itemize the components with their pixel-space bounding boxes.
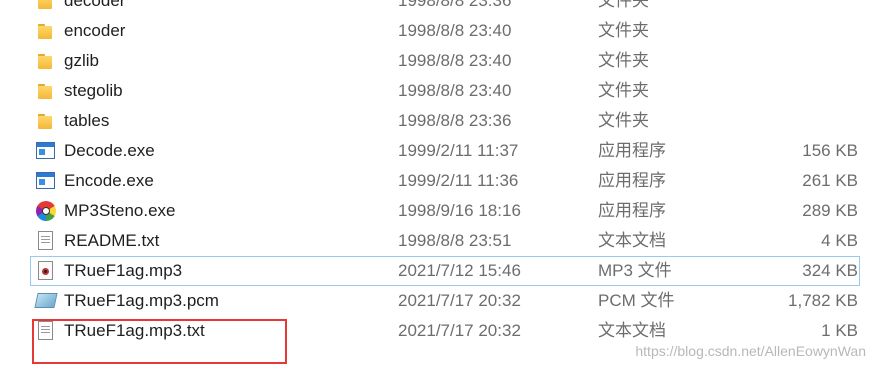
file-name: MP3Steno.exe xyxy=(64,201,176,220)
file-type: MP3 文件 xyxy=(598,261,672,280)
file-type: 文件夹 xyxy=(598,111,649,130)
folder-icon xyxy=(38,114,52,129)
file-date: 2021/7/17 20:32 xyxy=(398,321,521,340)
file-name: gzlib xyxy=(64,51,99,70)
audio-file-icon xyxy=(38,261,53,280)
file-row-encode-exe[interactable]: Encode.exe 1999/2/11 11:36 应用程序 261 KB xyxy=(0,166,874,196)
file-date: 1998/9/16 18:16 xyxy=(398,201,521,220)
file-name: Encode.exe xyxy=(64,171,154,190)
file-type: PCM 文件 xyxy=(598,291,675,310)
file-row-truef1ag-mp3[interactable]: TRueF1ag.mp3 2021/7/12 15:46 MP3 文件 324 … xyxy=(30,256,860,286)
file-row-decode-exe[interactable]: Decode.exe 1999/2/11 11:37 应用程序 156 KB xyxy=(0,136,874,166)
file-type: 应用程序 xyxy=(598,171,666,190)
file-list: decoder 1998/8/8 23:36 文件夹 encoder 1998/… xyxy=(0,0,874,346)
application-icon xyxy=(36,172,55,189)
mp3steno-app-icon xyxy=(36,201,56,221)
file-type: 文件夹 xyxy=(598,0,649,10)
text-document-icon xyxy=(38,231,53,250)
watermark-text: https://blog.csdn.net/AllenEowynWan xyxy=(635,343,866,359)
file-size: 4 KB xyxy=(821,231,858,250)
file-date: 1999/2/11 11:37 xyxy=(398,141,519,160)
file-type: 应用程序 xyxy=(598,201,666,220)
file-date: 1999/2/11 11:36 xyxy=(398,171,519,190)
file-name: tables xyxy=(64,111,110,130)
file-row-truef1ag-pcm[interactable]: TRueF1ag.mp3.pcm 2021/7/17 20:32 PCM 文件 … xyxy=(0,286,874,316)
file-type: 文件夹 xyxy=(598,21,649,40)
folder-icon xyxy=(38,24,52,39)
file-type: 文件夹 xyxy=(598,51,649,70)
folder-icon xyxy=(38,84,52,99)
file-type: 应用程序 xyxy=(598,141,666,160)
file-name: TRueF1ag.mp3.pcm xyxy=(64,291,219,310)
file-name: Decode.exe xyxy=(64,141,155,160)
file-row-mp3steno-exe[interactable]: MP3Steno.exe 1998/9/16 18:16 应用程序 289 KB xyxy=(0,196,874,226)
application-icon xyxy=(36,142,55,159)
file-name: TRueF1ag.mp3 xyxy=(64,261,183,280)
pcm-file-icon xyxy=(34,293,58,308)
file-type: 文本文档 xyxy=(598,321,666,340)
file-size: 1,782 KB xyxy=(788,291,858,310)
file-name: decoder xyxy=(64,0,126,10)
file-name: stegolib xyxy=(64,81,123,100)
file-type: 文件夹 xyxy=(598,81,649,100)
file-row-decoder[interactable]: decoder 1998/8/8 23:36 文件夹 xyxy=(0,0,874,16)
file-date: 1998/8/8 23:51 xyxy=(398,231,512,250)
file-size: 324 KB xyxy=(802,261,858,280)
red-highlight-box xyxy=(32,319,287,364)
file-row-encoder[interactable]: encoder 1998/8/8 23:40 文件夹 xyxy=(0,16,874,46)
file-row-readme-txt[interactable]: README.txt 1998/8/8 23:51 文本文档 4 KB xyxy=(0,226,874,256)
file-date: 1998/8/8 23:36 xyxy=(398,0,512,10)
file-name: encoder xyxy=(64,21,126,40)
file-date: 1998/8/8 23:40 xyxy=(398,21,512,40)
file-date: 2021/7/12 15:46 xyxy=(398,261,521,280)
folder-icon xyxy=(38,54,52,69)
file-date: 1998/8/8 23:36 xyxy=(398,111,512,130)
file-size: 156 KB xyxy=(802,141,858,160)
file-size: 289 KB xyxy=(802,201,858,220)
file-date: 1998/8/8 23:40 xyxy=(398,51,512,70)
file-size: 261 KB xyxy=(802,171,858,190)
file-date: 2021/7/17 20:32 xyxy=(398,291,521,310)
file-date: 1998/8/8 23:40 xyxy=(398,81,512,100)
file-row-gzlib[interactable]: gzlib 1998/8/8 23:40 文件夹 xyxy=(0,46,874,76)
folder-icon xyxy=(38,0,52,9)
file-size: 1 KB xyxy=(821,321,858,340)
file-name: README.txt xyxy=(64,231,160,250)
file-row-stegolib[interactable]: stegolib 1998/8/8 23:40 文件夹 xyxy=(0,76,874,106)
file-row-tables[interactable]: tables 1998/8/8 23:36 文件夹 xyxy=(0,106,874,136)
file-type: 文本文档 xyxy=(598,231,666,250)
